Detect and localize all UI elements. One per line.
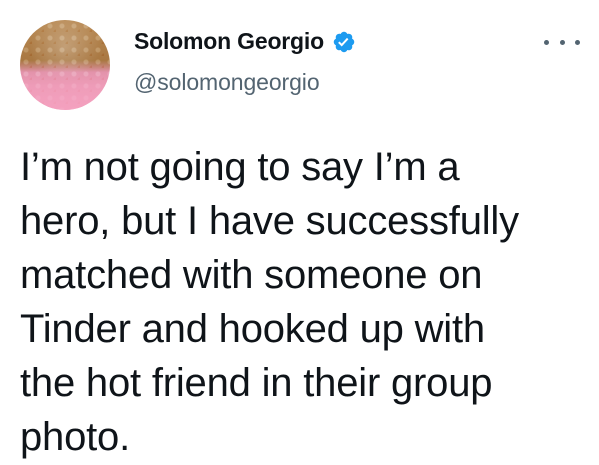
author-display-name[interactable]: Solomon Georgio bbox=[134, 28, 324, 55]
more-dot bbox=[575, 39, 580, 45]
tweet-card: Solomon Georgio @solomongeorgio I’m not … bbox=[0, 0, 599, 465]
avatar[interactable] bbox=[20, 20, 110, 110]
tweet-text: I’m not going to say I’m a hero, but I h… bbox=[20, 145, 519, 459]
more-horizontal-icon[interactable] bbox=[544, 34, 580, 50]
author-name-row[interactable]: Solomon Georgio bbox=[134, 28, 356, 55]
more-dot bbox=[559, 39, 565, 45]
author-handle[interactable]: @solomongeorgio bbox=[134, 69, 320, 96]
verified-badge-icon bbox=[332, 30, 356, 54]
more-dot bbox=[544, 39, 549, 45]
avatar-tint bbox=[20, 68, 110, 110]
